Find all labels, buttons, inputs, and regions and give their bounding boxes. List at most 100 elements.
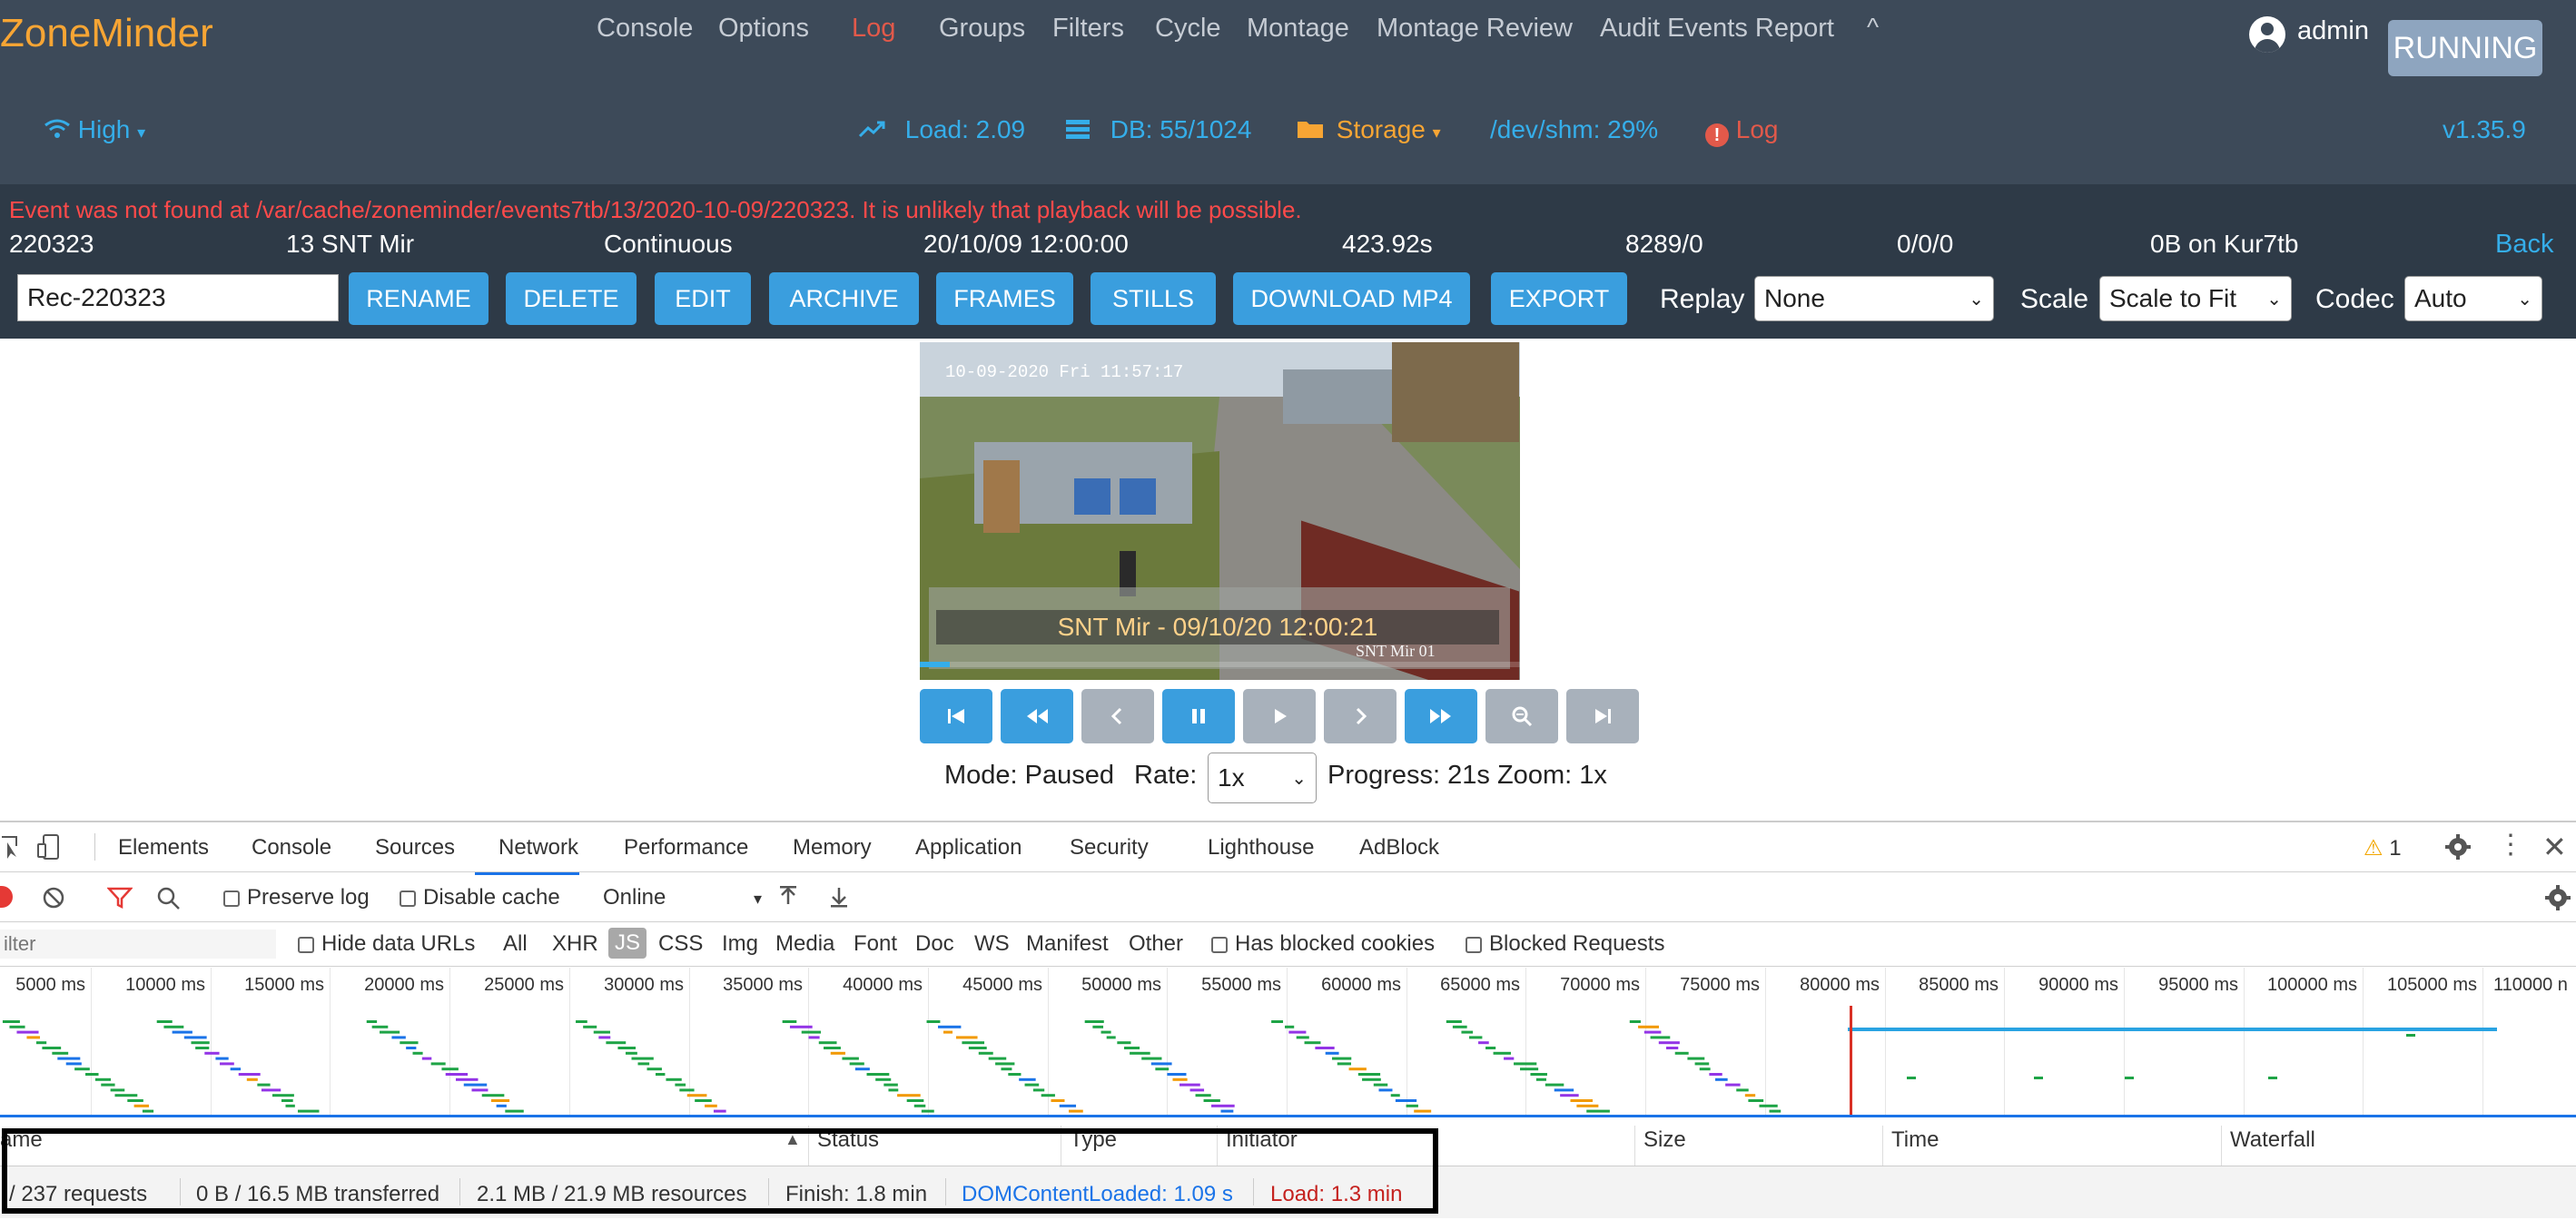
user-name[interactable]: admin [2297, 16, 2369, 46]
rate-select[interactable]: 1x ⌄ [1208, 753, 1317, 803]
network-filter-input[interactable] [0, 930, 276, 959]
codec-select[interactable]: Auto ⌄ [2404, 276, 2542, 321]
tab-network[interactable]: Network [498, 835, 578, 861]
tab-lighthouse[interactable]: Lighthouse [1208, 835, 1314, 861]
version[interactable]: v1.35.9 [2443, 115, 2526, 144]
type-filter-other[interactable]: Other [1129, 931, 1183, 957]
nav-options[interactable]: Options [718, 14, 809, 44]
nav-audit-events-report[interactable]: Audit Events Report [1600, 14, 1834, 44]
rename-button[interactable]: RENAME [349, 272, 489, 325]
first-event-button[interactable] [920, 689, 992, 743]
fast-forward-button[interactable] [1405, 689, 1477, 743]
export-har-icon[interactable] [828, 884, 850, 910]
nav-montage[interactable]: Montage [1247, 14, 1349, 44]
request-bar [713, 1109, 726, 1113]
search-icon[interactable] [156, 886, 182, 911]
video-player[interactable]: 10-09-2020 Fri 11:57:17 SNT Mir - 09/10/… [920, 342, 1520, 680]
more-options-icon[interactable]: ⋮ [2497, 831, 2524, 859]
tab-console[interactable]: Console [252, 835, 331, 861]
tab-performance[interactable]: Performance [624, 835, 748, 861]
pause-button[interactable] [1162, 689, 1235, 743]
request-bar [1189, 1088, 1205, 1092]
video-progress-bar[interactable] [920, 662, 1520, 667]
tab-sources[interactable]: Sources [375, 835, 455, 861]
column-waterfall[interactable]: Waterfall [2230, 1127, 2315, 1153]
type-filter-img[interactable]: Img [722, 931, 758, 957]
rewind-button[interactable] [1001, 689, 1073, 743]
tab-application[interactable]: Application [915, 835, 1022, 861]
export-button[interactable]: EXPORT [1491, 272, 1627, 325]
nav-groups[interactable]: Groups [939, 14, 1025, 44]
play-button[interactable] [1243, 689, 1316, 743]
checkbox[interactable] [223, 890, 240, 907]
warnings-counter[interactable]: ⚠ 1 [2364, 835, 2402, 861]
brand-logo[interactable]: ZoneMinder [0, 11, 213, 56]
type-filter-js[interactable]: JS [608, 928, 646, 959]
back-link[interactable]: Back [2495, 230, 2553, 260]
nav-montage-review[interactable]: Montage Review [1377, 14, 1573, 44]
checkbox[interactable] [298, 936, 314, 953]
edit-button[interactable]: EDIT [655, 272, 751, 325]
replay-select[interactable]: None ⌄ [1754, 276, 1994, 321]
filter-icon[interactable] [107, 886, 133, 910]
hide-data-urls-checkbox[interactable]: Hide data URLs [298, 931, 475, 957]
log-alert[interactable]: ! Log [1705, 115, 1779, 147]
type-filter-css[interactable]: CSS [658, 931, 703, 957]
gear-icon[interactable] [2444, 833, 2472, 861]
type-filter-font[interactable]: Font [854, 931, 897, 957]
close-icon[interactable]: ✕ [2542, 830, 2567, 864]
checkbox[interactable] [1211, 936, 1228, 953]
scale-select[interactable]: Scale to Fit ⌄ [2099, 276, 2292, 321]
zoom-out-button[interactable] [1485, 689, 1558, 743]
checkbox[interactable] [1466, 936, 1482, 953]
request-bar [406, 1047, 417, 1049]
type-filter-doc[interactable]: Doc [915, 931, 954, 957]
download-mp4-button[interactable]: DOWNLOAD MP4 [1233, 272, 1470, 325]
preserve-log-checkbox[interactable]: Preserve log [223, 885, 370, 910]
tab-elements[interactable]: Elements [118, 835, 209, 861]
tab-memory[interactable]: Memory [793, 835, 872, 861]
request-bar [1545, 1083, 1564, 1087]
nav-console[interactable]: Console [597, 14, 693, 44]
type-filter-all[interactable]: All [503, 931, 528, 957]
nav-log[interactable]: Log [852, 14, 895, 44]
nav-cycle[interactable]: Cycle [1155, 14, 1221, 44]
tab-security[interactable]: Security [1070, 835, 1149, 861]
event-monitor[interactable]: 13 SNT Mir [286, 230, 414, 259]
column-size[interactable]: Size [1643, 1127, 1686, 1153]
user-icon[interactable] [2249, 16, 2285, 53]
chevron-up-icon[interactable]: ^ [1867, 13, 1879, 42]
storage-menu[interactable]: Storage ▾ [1297, 115, 1441, 144]
stills-button[interactable]: STILLS [1091, 272, 1216, 325]
frames-button[interactable]: FRAMES [936, 272, 1073, 325]
import-har-icon[interactable] [777, 884, 799, 910]
column-time[interactable]: Time [1891, 1127, 1939, 1153]
event-name-input[interactable] [17, 274, 339, 321]
run-state-button[interactable]: RUNNING [2388, 20, 2542, 76]
nav-filters[interactable]: Filters [1052, 14, 1124, 44]
tab-adblock[interactable]: AdBlock [1359, 835, 1439, 861]
bandwidth-menu[interactable]: High ▾ [44, 115, 145, 144]
throttling-select[interactable]: Online ▾ [603, 885, 762, 910]
step-back-button[interactable] [1081, 689, 1154, 743]
type-filter-xhr[interactable]: XHR [552, 931, 598, 957]
clear-icon[interactable] [42, 886, 65, 910]
blocked-requests-checkbox[interactable]: Blocked Requests [1466, 931, 1664, 957]
request-bar [1051, 1099, 1065, 1102]
has-blocked-cookies-checkbox[interactable]: Has blocked cookies [1211, 931, 1435, 957]
delete-button[interactable]: DELETE [506, 272, 637, 325]
network-overview-timeline[interactable] [0, 968, 2576, 1117]
disable-cache-checkbox[interactable]: Disable cache [400, 885, 560, 910]
type-filter-media[interactable]: Media [775, 931, 834, 957]
checkbox[interactable] [400, 890, 416, 907]
archive-button[interactable]: ARCHIVE [769, 272, 919, 325]
type-filter-manifest[interactable]: Manifest [1026, 931, 1109, 957]
device-toolbar-icon[interactable] [36, 833, 62, 861]
type-filter-ws[interactable]: WS [974, 931, 1010, 957]
load-event-marker [1850, 1006, 1852, 1117]
caret-down-icon: ▾ [754, 890, 763, 908]
last-event-button[interactable] [1566, 689, 1639, 743]
network-settings-icon[interactable] [2544, 884, 2571, 911]
step-forward-button[interactable] [1324, 689, 1397, 743]
inspect-icon[interactable] [0, 833, 20, 861]
